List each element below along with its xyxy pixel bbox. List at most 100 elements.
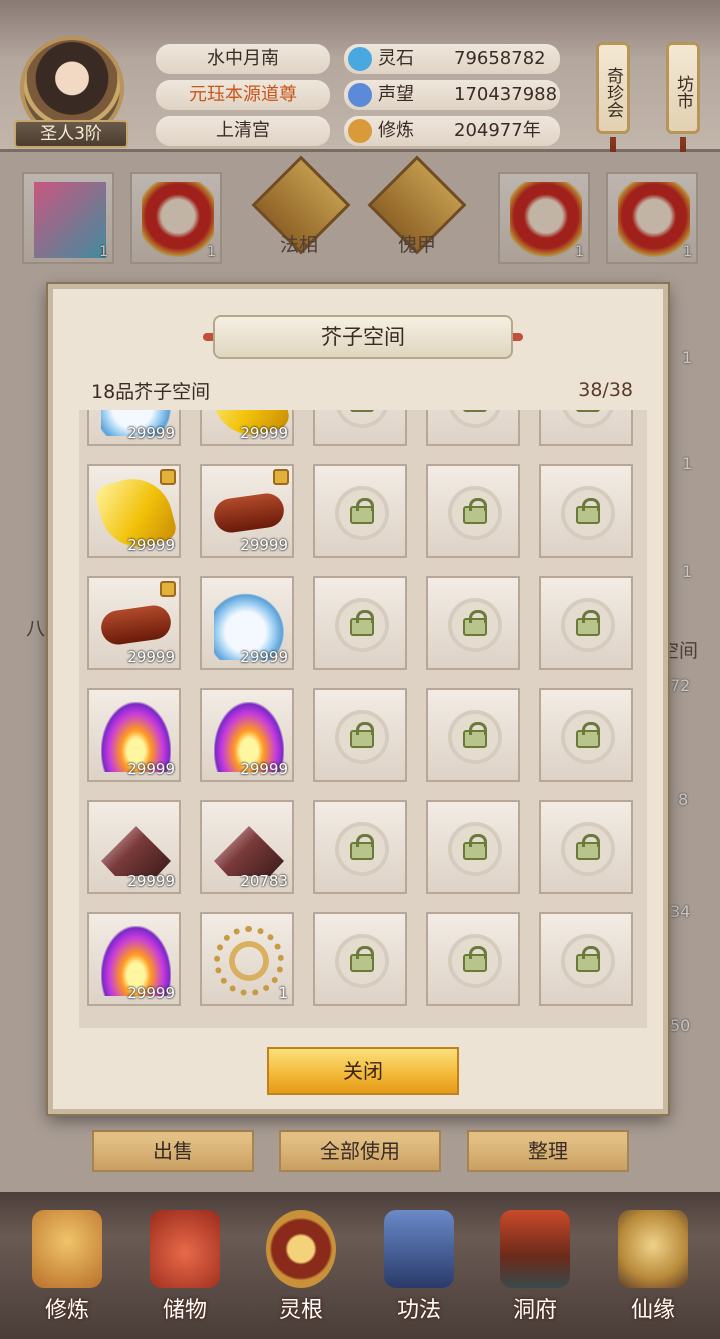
- nav-item-cultivation[interactable]: 修炼: [12, 1210, 122, 1330]
- locked-slot[interactable]: [539, 464, 633, 558]
- item-slot[interactable]: 29999: [87, 576, 181, 670]
- nav-item-spirit-root[interactable]: 灵根: [246, 1210, 356, 1330]
- spirit-root-icon: [266, 1210, 336, 1288]
- padlock-icon: [335, 486, 389, 540]
- sell-button[interactable]: 出售: [92, 1130, 254, 1172]
- padlock-icon: [335, 598, 389, 652]
- locked-slot[interactable]: [313, 464, 407, 558]
- nav-label: 储物: [162, 1298, 207, 1323]
- dialog-title: 芥子空间: [213, 315, 513, 359]
- stat-value: 204977年: [454, 120, 541, 141]
- item-slot[interactable]: 29999: [87, 688, 181, 782]
- locked-slot[interactable]: [426, 688, 520, 782]
- nav-item-immortal-fate[interactable]: 仙缘: [598, 1210, 708, 1330]
- item-count: 29999: [127, 984, 175, 1002]
- nav-label: 仙缘: [630, 1298, 675, 1323]
- locked-slot[interactable]: [539, 576, 633, 670]
- reputation-icon: [348, 83, 372, 107]
- item-slot[interactable]: 20783: [200, 800, 294, 894]
- item-count: 29999: [127, 760, 175, 778]
- immortal-fate-icon: [618, 1210, 688, 1288]
- item-art-icon: [211, 491, 287, 535]
- sort-button[interactable]: 整理: [467, 1130, 629, 1172]
- rank-badge: 圣人3阶: [14, 120, 128, 148]
- locked-slot[interactable]: [426, 912, 520, 1006]
- nav-item-storage[interactable]: 储物: [130, 1210, 240, 1330]
- nav-label: 灵根: [278, 1298, 323, 1323]
- item-count: 29999: [127, 872, 175, 890]
- locked-slot[interactable]: [313, 912, 407, 1006]
- cave-mansion-icon: [500, 1210, 570, 1288]
- padlock-icon: [335, 410, 389, 428]
- item-art-icon: [214, 926, 284, 996]
- padlock-icon: [448, 410, 502, 428]
- item-grid-scroll[interactable]: 29999 29999 29999 29999 29999 29999 29999 29999…: [79, 410, 647, 1028]
- bound-lock-icon: [273, 469, 289, 485]
- stat-value: 170437988: [454, 84, 558, 105]
- bottom-nav: 修炼 储物 灵根 功法 洞府 仙缘: [0, 1192, 720, 1339]
- stat-spirit-stone: 灵石 79658782: [344, 44, 560, 74]
- stat-reputation: 声望 170437988: [344, 80, 560, 110]
- locked-slot[interactable]: [313, 410, 407, 446]
- padlock-icon: [448, 486, 502, 540]
- use-all-button[interactable]: 全部使用: [279, 1130, 441, 1172]
- item-slot[interactable]: 29999: [87, 410, 181, 446]
- nav-item-cave-mansion[interactable]: 洞府: [480, 1210, 590, 1330]
- capacity-count: 38/38: [578, 379, 633, 401]
- spirit-stone-icon: [348, 47, 372, 71]
- nav-item-technique[interactable]: 功法: [364, 1210, 474, 1330]
- item-art-icon: [101, 826, 171, 876]
- nav-label: 功法: [396, 1298, 441, 1323]
- stat-cultivation: 修炼 204977年: [344, 116, 560, 146]
- item-slot[interactable]: 29999: [200, 464, 294, 558]
- item-slot[interactable]: 1: [200, 912, 294, 1006]
- item-slot[interactable]: 29999: [200, 576, 294, 670]
- item-slot[interactable]: 29999: [87, 912, 181, 1006]
- locked-slot[interactable]: [313, 688, 407, 782]
- player-title: 元珏本源道尊: [156, 80, 330, 110]
- padlock-icon: [335, 934, 389, 988]
- padlock-icon: [561, 710, 615, 764]
- locked-slot[interactable]: [426, 410, 520, 446]
- item-count: 29999: [240, 424, 288, 442]
- locked-slot[interactable]: [539, 410, 633, 446]
- padlock-icon: [448, 934, 502, 988]
- bound-lock-icon: [160, 581, 176, 597]
- padlock-icon: [561, 598, 615, 652]
- mustard-space-dialog: 芥子空间 18品芥子空间 38/38 29999 29999 29999 29999 2…: [48, 284, 668, 1114]
- locked-slot[interactable]: [539, 688, 633, 782]
- item-slot[interactable]: 29999: [87, 800, 181, 894]
- item-slot[interactable]: 29999: [200, 688, 294, 782]
- padlock-icon: [448, 710, 502, 764]
- market-button[interactable]: 坊市: [666, 42, 700, 177]
- space-grade-label: 18品芥子空间: [91, 381, 211, 403]
- stat-value: 79658782: [454, 48, 546, 69]
- item-count: 29999: [240, 648, 288, 666]
- item-slot[interactable]: 29999: [87, 464, 181, 558]
- stat-label: 灵石: [378, 48, 414, 69]
- locked-slot[interactable]: [426, 464, 520, 558]
- item-count: 29999: [127, 424, 175, 442]
- treasure-fair-button[interactable]: 奇珍会: [596, 42, 630, 177]
- padlock-icon: [448, 822, 502, 876]
- item-count: 29999: [240, 536, 288, 554]
- close-button[interactable]: 关闭: [267, 1047, 459, 1095]
- player-sect: 上清宫: [156, 116, 330, 146]
- item-count: 29999: [127, 536, 175, 554]
- item-slot[interactable]: 29999: [200, 410, 294, 446]
- locked-slot[interactable]: [313, 800, 407, 894]
- padlock-icon: [561, 934, 615, 988]
- locked-slot[interactable]: [426, 800, 520, 894]
- padlock-icon: [561, 822, 615, 876]
- locked-slot[interactable]: [539, 800, 633, 894]
- padlock-icon: [448, 598, 502, 652]
- item-count: 29999: [240, 760, 288, 778]
- locked-slot[interactable]: [426, 576, 520, 670]
- item-art-icon: [98, 603, 174, 647]
- locked-slot[interactable]: [539, 912, 633, 1006]
- technique-book-icon: [384, 1210, 454, 1288]
- nav-label: 洞府: [512, 1298, 557, 1323]
- storage-bag-icon: [150, 1210, 220, 1288]
- player-header: 圣人3阶 水中月南 元珏本源道尊 上清宫 灵石 79658782 声望 1704…: [0, 0, 720, 177]
- locked-slot[interactable]: [313, 576, 407, 670]
